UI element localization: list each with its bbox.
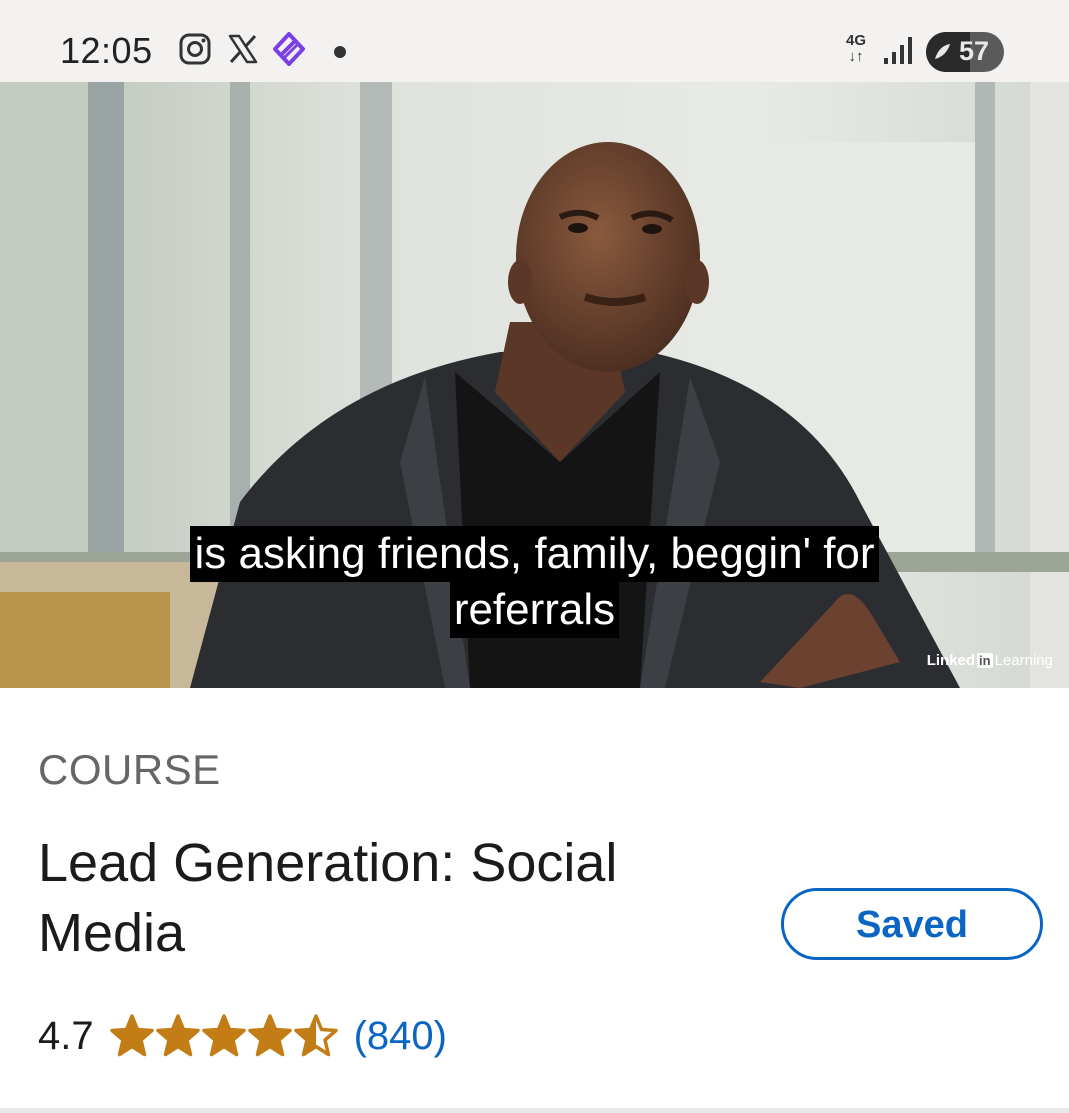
rating-row: 4.7 (840) <box>38 1010 447 1062</box>
caption-line: referrals <box>449 582 620 638</box>
rating-count[interactable]: (840) <box>354 1014 447 1059</box>
star-full-icon <box>201 1014 246 1057</box>
notification-dot-icon <box>334 46 346 58</box>
star-full-icon <box>109 1014 154 1057</box>
content-type-label: COURSE <box>38 746 221 793</box>
divider <box>0 1108 1069 1113</box>
status-bar: 12:05 4G ↓↑ 57 <box>0 0 1069 82</box>
status-time: 12:05 <box>60 30 153 71</box>
linkedin-learning-watermark: Linked in Learning <box>926 652 1053 669</box>
instagram-icon <box>179 33 211 65</box>
saved-button[interactable]: Saved <box>781 888 1043 960</box>
caption-block: is asking friends, family, beggin' for r… <box>0 526 1069 638</box>
rating-value: 4.7 <box>38 1013 94 1058</box>
star-full-icon <box>155 1014 200 1057</box>
battery-level: 57 <box>958 36 990 66</box>
star-full-icon <box>247 1014 292 1057</box>
star-partial-icon <box>293 1014 338 1057</box>
course-title: Lead Generation: Social Media <box>38 833 618 963</box>
video-player[interactable]: is asking friends, family, beggin' for r… <box>0 82 1069 688</box>
caption-line: is asking friends, family, beggin' for <box>190 526 879 582</box>
signal-icon <box>884 37 912 64</box>
rating-stars <box>109 1014 340 1058</box>
x-icon <box>228 34 258 64</box>
network-type: 4G ↓↑ <box>846 32 867 65</box>
course-details: COURSE Lead Generation: Social Media Sav… <box>0 688 1069 1113</box>
app-icon <box>273 32 305 66</box>
battery-icon: 57 <box>926 32 1004 72</box>
